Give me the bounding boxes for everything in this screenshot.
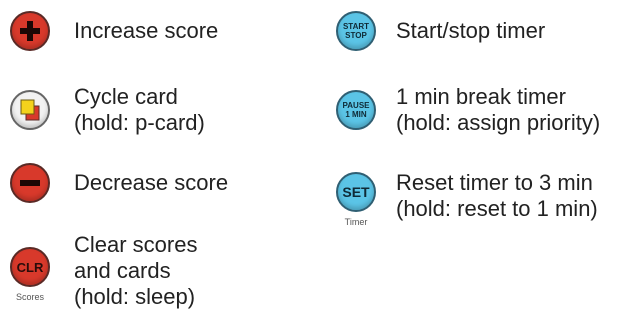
clear-row: CLR Scores Clear scores and cards (hold:… [8, 232, 197, 310]
start-stop-button-text: START STOP [342, 22, 370, 40]
timer-caption: Timer [344, 217, 368, 227]
plus-icon [20, 21, 40, 41]
minus-icon [20, 180, 40, 186]
decrease-row: Decrease score [8, 161, 228, 205]
start-stop-label: Start/stop timer [396, 18, 546, 43]
clr-button-text: CLR [16, 259, 44, 275]
start-stop-button[interactable]: START STOP [334, 9, 378, 53]
startstop-row: START STOP Start/stop timer [334, 9, 545, 53]
clear-scores-button[interactable]: CLR Scores [8, 245, 52, 302]
pause-button-text: PAUSE 1 MIN [342, 101, 370, 119]
scores-caption: Scores [15, 292, 44, 302]
set-timer-label: Reset timer to 3 min (hold: reset to 1 m… [396, 170, 598, 221]
pause-row: PAUSE 1 MIN 1 min break timer (hold: ass… [334, 84, 600, 136]
cycle-row: Cycle card (hold: p-card) [8, 84, 205, 136]
cards-icon [20, 99, 40, 121]
decrease-score-label: Decrease score [74, 170, 229, 195]
cycle-card-label: Cycle card (hold: p-card) [74, 84, 205, 135]
pause-label: 1 min break timer (hold: assign priority… [396, 84, 601, 135]
increase-score-label: Increase score [74, 18, 219, 43]
set-button-text: SET [342, 184, 370, 200]
increase-row: Increase score [8, 9, 218, 53]
decrease-score-button[interactable] [8, 161, 52, 205]
set-row: SET Timer Reset timer to 3 min (hold: re… [334, 170, 598, 227]
cycle-card-button[interactable] [8, 88, 52, 132]
clear-scores-label: Clear scores and cards (hold: sleep) [74, 232, 198, 309]
pause-button[interactable]: PAUSE 1 MIN [334, 88, 378, 132]
set-timer-button[interactable]: SET Timer [334, 170, 378, 227]
increase-score-button[interactable] [8, 9, 52, 53]
